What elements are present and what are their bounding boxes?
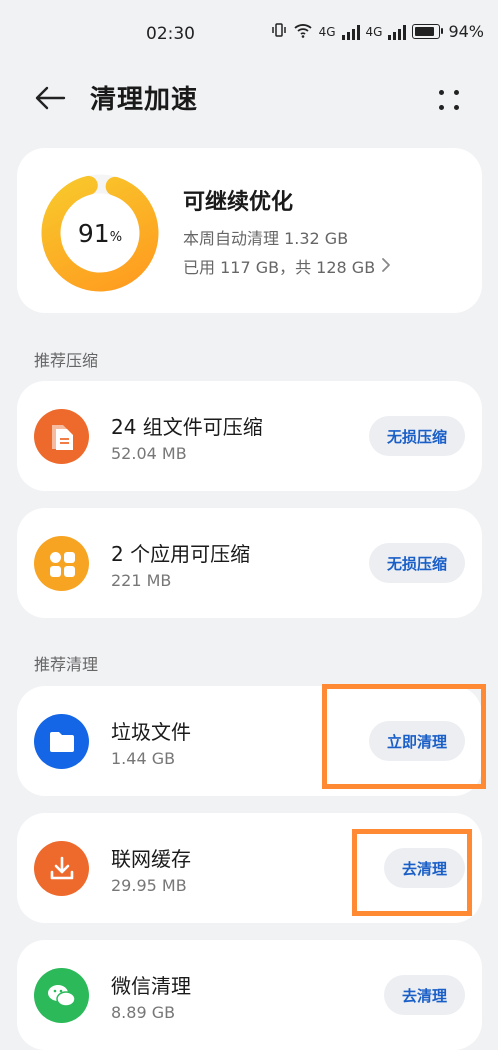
status-bar: 02:30 4G 4G 94%: [0, 0, 498, 72]
lossless-compress-button[interactable]: 无损压缩: [368, 416, 465, 456]
compress-item-files[interactable]: 24 组文件可压缩 52.04 MB 无损压缩: [17, 381, 482, 491]
storage-summary-card[interactable]: 91% 可继续优化 本周自动清理 1.32 GB 已用 117 GB，共 128…: [17, 148, 482, 313]
status-icons: 4G 4G 94%: [271, 22, 484, 41]
ring-percent-value: 91: [77, 218, 110, 248]
item-title: 24 组文件可压缩: [111, 415, 263, 439]
battery-icon: [412, 24, 444, 39]
clean-item-wechat[interactable]: 微信清理 8.89 GB 去清理: [17, 940, 482, 1050]
section-label-clean: 推荐清理: [34, 655, 99, 674]
section-label-compress: 推荐压缩: [34, 351, 99, 370]
highlight-box: [322, 684, 486, 789]
signal-icon-2: [388, 24, 407, 40]
more-button[interactable]: [434, 84, 466, 116]
wechat-icon: [34, 968, 89, 1023]
app-header: 清理加速: [0, 72, 498, 128]
document-icon: [34, 409, 89, 464]
vibrate-icon: [271, 22, 287, 41]
network-type-label-2: 4G: [365, 24, 383, 39]
go-clean-button[interactable]: 去清理: [383, 975, 465, 1015]
arrow-left-icon: [34, 85, 66, 115]
storage-usage-link[interactable]: 已用 117 GB，共 128 GB: [183, 254, 391, 278]
network-type-label: 4G: [318, 24, 336, 39]
item-title: 联网缓存: [111, 847, 191, 871]
item-title: 垃圾文件: [111, 720, 191, 744]
item-size: 52.04 MB: [111, 444, 187, 463]
status-time: 02:30: [146, 24, 195, 44]
item-size: 29.95 MB: [111, 876, 187, 895]
storage-status-title: 可继续优化: [183, 190, 294, 215]
item-size: 1.44 GB: [111, 749, 176, 768]
battery-percent: 94%: [448, 22, 484, 41]
apps-grid-icon: [34, 536, 89, 591]
highlight-box: [352, 829, 472, 916]
item-size: 221 MB: [111, 571, 172, 590]
page-title: 清理加速: [90, 85, 199, 115]
back-button[interactable]: [30, 82, 70, 118]
compress-item-apps[interactable]: 2 个应用可压缩 221 MB 无损压缩: [17, 508, 482, 618]
storage-usage-text: 已用 117 GB，共 128 GB: [183, 258, 376, 277]
folder-icon: [34, 714, 89, 769]
weekly-clean-text: 本周自动清理 1.32 GB: [183, 229, 349, 248]
item-title: 微信清理: [111, 974, 191, 998]
ring-percent-unit: %: [109, 229, 123, 245]
battery-level: [415, 27, 435, 36]
download-icon: [34, 841, 89, 896]
chevron-right-icon: [381, 257, 391, 278]
ring-percent: 91%: [41, 174, 159, 292]
item-title: 2 个应用可压缩: [111, 542, 251, 566]
item-size: 8.89 GB: [111, 1003, 176, 1022]
lossless-compress-button[interactable]: 无损压缩: [368, 543, 465, 583]
signal-icon: [341, 24, 360, 40]
wifi-icon: [293, 22, 313, 41]
